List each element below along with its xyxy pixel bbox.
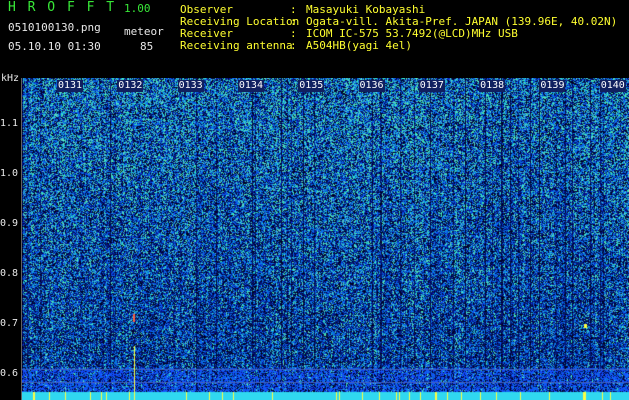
y-tick-label: 0.7 (0, 318, 19, 329)
spectrogram (22, 78, 629, 400)
y-tick-label: 1.1 (0, 118, 19, 129)
x-tick-label: 0138 (479, 80, 506, 92)
file-name: 0510100130.png (8, 21, 101, 34)
y-tick-label: 0.9 (0, 218, 19, 229)
antenna-colon: : (290, 39, 297, 52)
x-tick-label: 0132 (117, 80, 144, 92)
x-tick-label: 0134 (237, 80, 264, 92)
x-tick-label: 0133 (177, 80, 204, 92)
y-axis-line (21, 78, 22, 400)
header-panel: H R O F F T 1.00 0510100130.png meteor 0… (0, 0, 629, 78)
x-tick-label: 0131 (57, 80, 84, 92)
datetime: 05.10.10 01:30 (8, 40, 101, 53)
y-tick-label: 1.0 (0, 168, 19, 179)
y-axis-unit: kHz (1, 73, 20, 84)
meteor-count: 85 (140, 40, 154, 53)
x-tick-label: 0139 (539, 80, 566, 92)
x-tick-label: 0137 (418, 80, 445, 92)
version-label: 1.00 (124, 2, 151, 15)
app-title: H R O F F T (8, 0, 117, 15)
mode-label: meteor (124, 25, 164, 38)
y-tick-label: 0.6 (0, 368, 19, 379)
antenna-value: A504HB(yagi 4el) (306, 39, 412, 52)
y-tick-label: 0.8 (0, 268, 19, 279)
x-tick-label: 0140 (599, 80, 626, 92)
x-tick-label: 0135 (298, 80, 325, 92)
x-tick-label: 0136 (358, 80, 385, 92)
antenna-label: Receiving antenna (180, 39, 293, 52)
